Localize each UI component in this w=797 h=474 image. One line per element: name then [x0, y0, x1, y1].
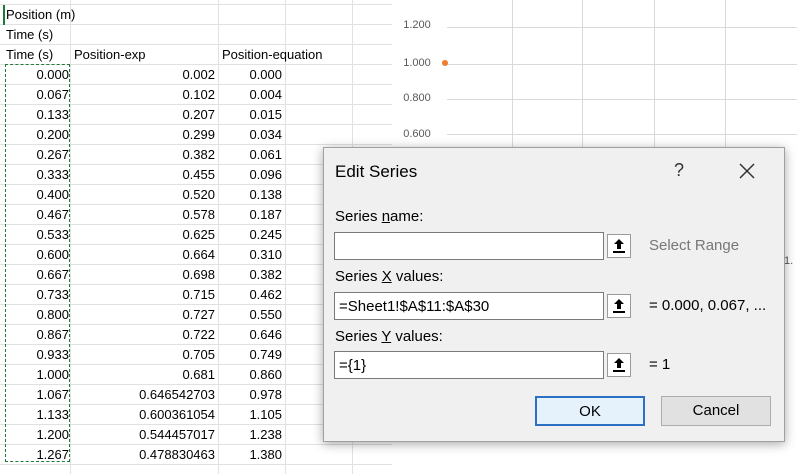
table-cell[interactable]: 0.034 [222, 125, 282, 145]
table-cell[interactable]: 0.550 [222, 305, 282, 325]
chart-gridline [725, 0, 726, 160]
table-cell[interactable]: 0.102 [74, 85, 215, 105]
range-selector-icon[interactable] [607, 234, 631, 258]
range-selector-icon[interactable] [607, 353, 631, 377]
series-y-input[interactable] [334, 351, 604, 379]
chart-gridline [447, 64, 797, 65]
active-cell-border [3, 5, 70, 25]
chart-gridline [447, 134, 797, 135]
table-cell[interactable]: 0.004 [222, 85, 282, 105]
table-cell[interactable]: 1.105 [222, 405, 282, 425]
cell-subtitle[interactable]: Time (s) [6, 25, 53, 45]
table-cell[interactable]: 0.727 [74, 305, 215, 325]
table-cell[interactable]: 0.722 [74, 325, 215, 345]
table-cell[interactable]: 0.462 [222, 285, 282, 305]
table-cell[interactable]: 0.978 [222, 385, 282, 405]
series-name-label: Series name: [335, 208, 424, 225]
chart-gridline [512, 0, 513, 160]
header-position-exp[interactable]: Position-exp [74, 45, 146, 65]
table-cell[interactable]: 1.380 [222, 445, 282, 465]
col-divider [218, 0, 219, 474]
table-cell[interactable]: 0.207 [74, 105, 215, 125]
data-point[interactable] [442, 60, 448, 66]
table-cell[interactable]: 0.520 [74, 185, 215, 205]
table-cell[interactable]: 0.382 [74, 145, 215, 165]
header-position-equation[interactable]: Position-equation [222, 45, 322, 65]
table-cell[interactable]: 0.749 [222, 345, 282, 365]
table-cell[interactable]: 0.478830463 [74, 445, 215, 465]
table-cell[interactable]: 0.299 [74, 125, 215, 145]
header-time[interactable]: Time (s) [6, 45, 53, 65]
y-tick-label: 1.200 [403, 19, 431, 31]
series-x-input[interactable] [334, 292, 604, 320]
table-cell[interactable]: 0.382 [222, 265, 282, 285]
cancel-button[interactable]: Cancel [661, 396, 771, 426]
copy-marquee [5, 64, 70, 462]
table-cell[interactable]: 0.705 [74, 345, 215, 365]
y-tick-label: 0.800 [403, 92, 431, 104]
edge-tick-label: 1. [784, 255, 794, 267]
table-cell[interactable]: 0.646 [222, 325, 282, 345]
col-divider [285, 0, 286, 474]
table-cell[interactable]: 0.646542703 [74, 385, 215, 405]
chart-gridline [447, 99, 797, 100]
chart-gridline [447, 27, 797, 28]
chart-gridline [654, 0, 655, 160]
y-tick-label: 1.000 [403, 57, 431, 69]
series-y-label: Series Y values: [335, 328, 443, 345]
edit-series-dialog: Edit Series ? Series name: Select Range … [323, 147, 785, 442]
table-cell[interactable]: 0.015 [222, 105, 282, 125]
table-cell[interactable]: 0.544457017 [74, 425, 215, 445]
table-cell[interactable]: 0.681 [74, 365, 215, 385]
table-cell[interactable]: 0.625 [74, 225, 215, 245]
table-cell[interactable]: 0.245 [222, 225, 282, 245]
series-x-label: Series X values: [335, 268, 444, 285]
dialog-title: Edit Series [335, 162, 418, 181]
table-cell[interactable]: 0.455 [74, 165, 215, 185]
close-icon[interactable] [734, 158, 760, 184]
y-values-preview: = 1 [649, 356, 671, 373]
ok-button[interactable]: OK [535, 396, 645, 426]
col-divider [70, 0, 71, 474]
y-tick-label: 0.600 [403, 128, 431, 140]
table-cell[interactable]: 0.000 [222, 65, 282, 85]
range-selector-icon[interactable] [607, 294, 631, 318]
table-cell[interactable]: 0.698 [74, 265, 215, 285]
series-name-input[interactable] [334, 232, 604, 260]
table-cell[interactable]: 0.860 [222, 365, 282, 385]
table-cell[interactable]: 0.664 [74, 245, 215, 265]
table-cell[interactable]: 0.002 [74, 65, 215, 85]
table-cell[interactable]: 0.578 [74, 205, 215, 225]
table-cell[interactable]: 0.600361054 [74, 405, 215, 425]
row-divider [0, 44, 392, 45]
table-cell[interactable]: 0.096 [222, 165, 282, 185]
table-cell[interactable]: 1.238 [222, 425, 282, 445]
table-cell[interactable]: 0.061 [222, 145, 282, 165]
table-cell[interactable]: 0.310 [222, 245, 282, 265]
table-cell[interactable]: 0.187 [222, 205, 282, 225]
table-cell[interactable]: 0.138 [222, 185, 282, 205]
x-values-preview: = 0.000, 0.067, ... [649, 297, 767, 314]
table-cell[interactable]: 0.715 [74, 285, 215, 305]
help-button[interactable]: ? [674, 160, 684, 181]
chart-gridline [582, 0, 583, 160]
select-range-text: Select Range [649, 237, 740, 254]
